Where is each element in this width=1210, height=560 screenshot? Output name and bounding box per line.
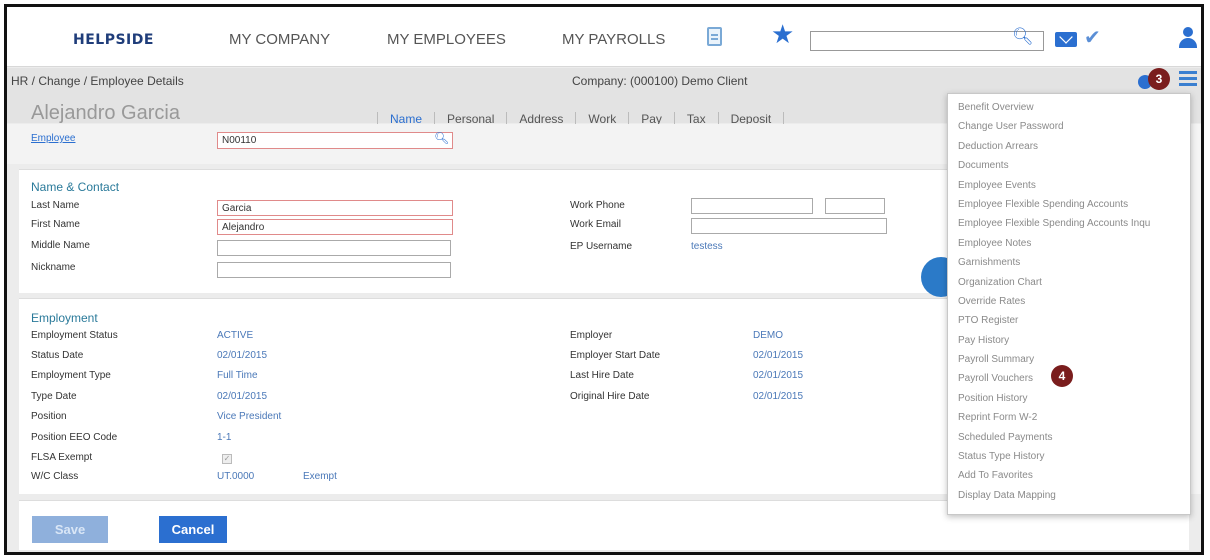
menu-item-reprint-w2[interactable]: Reprint Form W-2 [948, 408, 1190, 427]
last-hire-value: 02/01/2015 [753, 370, 804, 381]
menu-item-display-data-mapping[interactable]: Display Data Mapping [948, 486, 1190, 505]
page-title: Alejandro Garcia [31, 102, 180, 124]
employer-start-value: 02/01/2015 [753, 350, 804, 361]
menu-item-employee-events[interactable]: Employee Events [948, 176, 1190, 195]
middle-name-label: Middle Name [31, 240, 90, 251]
nickname-field[interactable] [217, 262, 451, 278]
nickname-label: Nickname [31, 262, 76, 273]
employment-type-label: Employment Type [31, 370, 111, 381]
work-phone-label: Work Phone [570, 200, 625, 211]
flsa-exempt-checkbox[interactable]: ✓ [222, 454, 232, 464]
save-button[interactable]: Save [32, 516, 108, 543]
wc-exempt-value: Exempt [303, 471, 337, 482]
menu-item-pto-register[interactable]: PTO Register [948, 311, 1190, 330]
original-hire-label: Original Hire Date [570, 391, 650, 402]
section-title: Employment [31, 311, 98, 325]
nav-my-company[interactable]: MY COMPANY [229, 31, 330, 48]
employment-status-value: ACTIVE [217, 330, 254, 341]
employment-type-value: Full Time [217, 370, 258, 381]
type-date-value: 02/01/2015 [217, 391, 268, 402]
menu-item-change-user-password[interactable]: Change User Password [948, 117, 1190, 136]
menu-item-employee-fsa-inquiry[interactable]: Employee Flexible Spending Accounts Inqu [948, 214, 1190, 233]
position-label: Position [31, 411, 67, 422]
hamburger-menu-icon[interactable] [1179, 71, 1197, 87]
middle-name-field[interactable] [217, 240, 451, 256]
employer-label: Employer [570, 330, 613, 341]
ep-username-label: EP Username [570, 241, 633, 252]
section-title: Name & Contact [31, 180, 120, 194]
user-icon[interactable] [1177, 27, 1199, 49]
flsa-exempt-label: FLSA Exempt [31, 452, 93, 463]
search-input[interactable] [810, 31, 1044, 51]
cancel-button[interactable]: Cancel [159, 516, 227, 543]
step-badge-menu: 3 [1148, 68, 1170, 90]
last-name-field[interactable] [217, 200, 453, 216]
status-date-value: 02/01/2015 [217, 350, 268, 361]
employee-link[interactable]: Employee [31, 133, 75, 144]
document-icon[interactable] [707, 27, 722, 46]
employer-value: DEMO [753, 330, 783, 341]
menu-item-position-history[interactable]: Position History [948, 389, 1190, 408]
company-label: Company: (000100) Demo Client [572, 74, 748, 88]
last-hire-label: Last Hire Date [570, 370, 634, 381]
position-eeo-value: 1-1 [217, 432, 232, 443]
menu-item-employee-fsa[interactable]: Employee Flexible Spending Accounts [948, 195, 1190, 214]
app-window: HELPSIDE MY COMPANY MY EMPLOYEES MY PAYR… [4, 4, 1204, 555]
last-name-label: Last Name [31, 200, 80, 211]
menu-item-organization-chart[interactable]: Organization Chart [948, 273, 1190, 292]
employment-status-label: Employment Status [31, 330, 118, 341]
wc-class-label: W/C Class [31, 471, 79, 482]
employment-panel: Employment Employment Status ACTIVE Stat… [19, 298, 955, 494]
star-icon[interactable]: ★ [771, 21, 794, 47]
menu-item-benefit-overview[interactable]: Benefit Overview [948, 98, 1190, 117]
actions-dropdown-menu: Benefit Overview Change User Password De… [947, 93, 1191, 515]
employee-field[interactable] [217, 132, 453, 149]
nav-my-employees[interactable]: MY EMPLOYEES [387, 31, 506, 48]
menu-item-employee-notes[interactable]: Employee Notes [948, 234, 1190, 253]
menu-item-deduction-arrears[interactable]: Deduction Arrears [948, 137, 1190, 156]
status-date-label: Status Date [31, 350, 84, 361]
work-phone-field[interactable] [691, 198, 813, 214]
employee-search-icon[interactable]: 🔍︎ [434, 131, 449, 145]
first-name-label: First Name [31, 219, 80, 230]
menu-item-add-to-favorites[interactable]: Add To Favorites [948, 466, 1190, 485]
menu-item-documents[interactable]: Documents [948, 156, 1190, 175]
menu-item-garnishments[interactable]: Garnishments [948, 253, 1190, 272]
original-hire-value: 02/01/2015 [753, 391, 804, 402]
name-contact-panel: Name & Contact Last Name First Name Midd… [19, 169, 955, 293]
top-nav: HELPSIDE MY COMPANY MY EMPLOYEES MY PAYR… [7, 7, 1201, 67]
mail-icon[interactable] [1055, 32, 1077, 47]
position-eeo-label: Position EEO Code [31, 432, 118, 443]
employer-start-label: Employer Start Date [570, 350, 661, 361]
menu-item-override-rates[interactable]: Override Rates [948, 292, 1190, 311]
work-email-label: Work Email [570, 219, 621, 230]
work-email-field[interactable] [691, 218, 887, 234]
breadcrumb: HR / Change / Employee Details [11, 74, 184, 88]
type-date-label: Type Date [31, 391, 77, 402]
search-icon[interactable]: 🔍︎ [1012, 27, 1034, 47]
check-icon[interactable]: ✔ [1084, 25, 1101, 50]
menu-item-pay-history[interactable]: Pay History [948, 331, 1190, 350]
first-name-field[interactable] [217, 219, 453, 235]
menu-item-status-type-history[interactable]: Status Type History [948, 447, 1190, 466]
wc-class-value[interactable]: UT.0000 [217, 471, 254, 482]
ep-username-value[interactable]: testess [691, 241, 723, 252]
work-phone-ext-field[interactable] [825, 198, 885, 214]
step-badge-item: 4 [1051, 365, 1073, 387]
menu-item-scheduled-payments[interactable]: Scheduled Payments [948, 428, 1190, 447]
nav-my-payrolls[interactable]: MY PAYROLLS [562, 31, 665, 48]
logo[interactable]: HELPSIDE [73, 32, 154, 48]
position-value: Vice President [217, 411, 282, 422]
